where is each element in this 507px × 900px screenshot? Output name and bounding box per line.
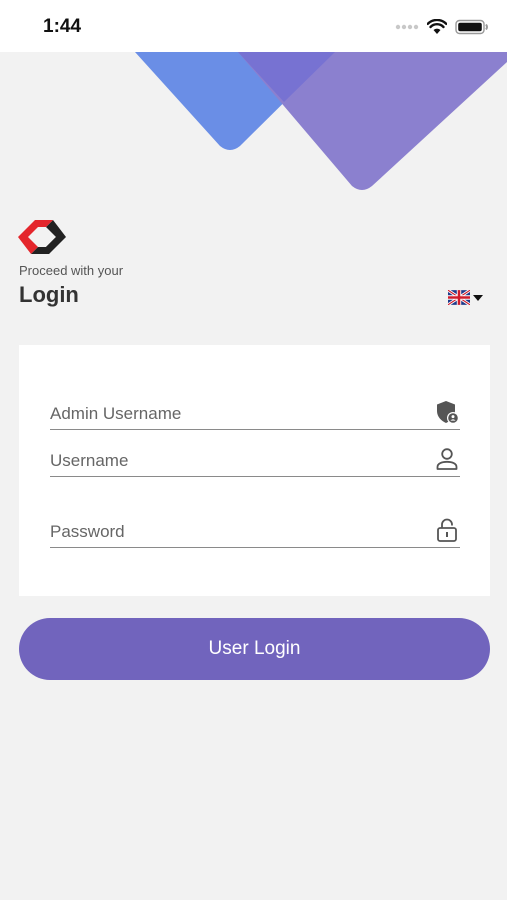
page-title: Login <box>19 282 79 307</box>
username-field <box>50 441 460 477</box>
password-input[interactable] <box>50 519 420 545</box>
admin-username-input[interactable] <box>50 401 420 427</box>
status-time: 1:44 <box>43 16 82 37</box>
battery-icon <box>455 19 488 35</box>
status-bar: 1:44 <box>0 0 507 52</box>
password-field <box>50 512 460 548</box>
user-icon <box>436 448 458 470</box>
username-input[interactable] <box>50 448 420 474</box>
language-selector[interactable] <box>448 290 483 305</box>
signal-icon <box>395 24 419 30</box>
user-login-button[interactable]: User Login <box>19 618 490 680</box>
uk-flag-icon <box>448 290 470 305</box>
app-logo <box>18 220 66 254</box>
login-subtitle: Proceed with your <box>19 263 124 278</box>
header-decoration <box>0 52 507 202</box>
chevron-down-icon <box>473 294 483 301</box>
wifi-icon <box>427 19 447 34</box>
status-icons <box>395 18 489 36</box>
admin-username-field <box>50 394 460 430</box>
login-form-card <box>19 345 490 596</box>
admin-shield-icon <box>437 401 459 424</box>
unlock-icon <box>437 518 457 542</box>
